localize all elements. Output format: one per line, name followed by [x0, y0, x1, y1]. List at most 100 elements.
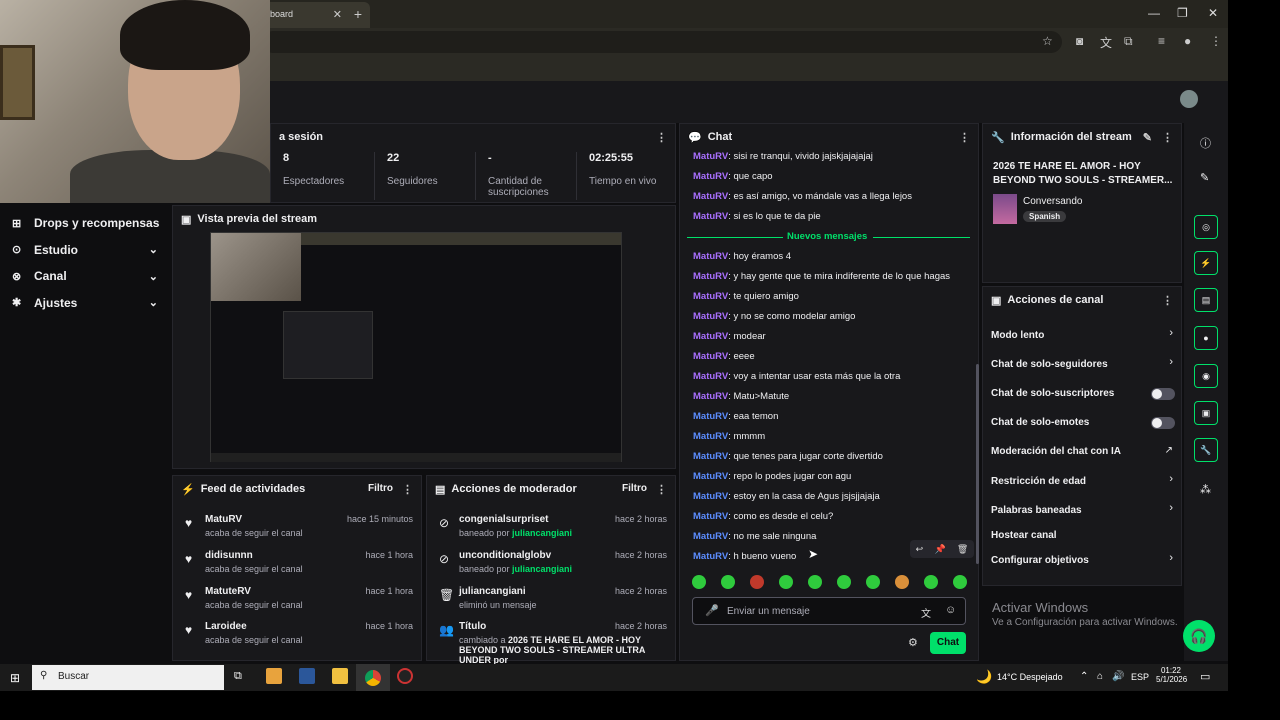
chat-username[interactable]: MatuRV — [693, 271, 728, 282]
clock[interactable]: 01:22 5/1/2026 — [1156, 666, 1187, 684]
extension-icon[interactable]: ◙ — [1076, 34, 1083, 48]
obs-icon[interactable] — [397, 668, 413, 684]
layout-icon[interactable]: ▣ — [1194, 401, 1218, 425]
chat-username[interactable]: MatuRV — [693, 411, 728, 422]
item-name[interactable]: unconditionalglobv — [459, 550, 551, 561]
address-bar[interactable] — [262, 31, 1062, 53]
minimize-icon[interactable]: — — [1148, 6, 1160, 20]
stream-category[interactable]: Conversando — [1023, 196, 1082, 207]
chat-username[interactable]: MatuRV — [693, 371, 728, 382]
help-headset-icon[interactable]: 🎧 — [1183, 620, 1215, 652]
pin-icon[interactable]: 📌 — [934, 544, 945, 555]
more-options-icon[interactable]: ⋮ — [1162, 131, 1173, 144]
taskbar-search[interactable]: ⚲ Buscar — [32, 665, 224, 690]
chat-username[interactable]: MatuRV — [693, 291, 728, 302]
chat-username[interactable]: MatuRV — [693, 511, 728, 522]
emote-icon[interactable] — [750, 575, 764, 589]
chat-username[interactable]: MatuRV — [693, 251, 728, 262]
profile-icon[interactable]: ● — [1184, 34, 1191, 48]
filter-button[interactable]: Filtro — [622, 483, 647, 494]
restore-icon[interactable]: ❐ — [1177, 6, 1188, 20]
chat-username[interactable]: MatuRV — [693, 331, 728, 342]
action-banned-words[interactable]: Palabras baneadas — [991, 505, 1082, 516]
chat-settings-icon[interactable]: ⚙ — [908, 636, 918, 649]
chat-username[interactable]: MatuRV — [693, 191, 728, 202]
wrench-icon[interactable]: 🔧 — [1194, 438, 1218, 462]
item-name[interactable]: MatuteRV — [205, 586, 251, 597]
chat-username[interactable]: MatuRV — [693, 551, 728, 562]
sidebar-item-drops[interactable]: ⊞ Drops y recompensas — [0, 210, 170, 237]
action-followers-only[interactable]: Chat de solo-seguidores — [991, 359, 1108, 370]
avatar[interactable] — [1180, 90, 1198, 108]
chat-username[interactable]: MatuRV — [693, 451, 728, 462]
delete-icon[interactable]: 🗑 — [957, 544, 968, 555]
item-name[interactable]: congenialsurpriset — [459, 514, 548, 525]
word-icon[interactable] — [299, 668, 315, 684]
browser-tab[interactable]: board ✕ + — [262, 2, 370, 28]
info-icon[interactable]: ⓘ — [1200, 135, 1211, 151]
chat-username[interactable]: MatuRV — [693, 531, 728, 542]
subs-only-toggle[interactable] — [1151, 388, 1175, 400]
folder-icon[interactable] — [332, 668, 348, 684]
action-ai-moderation[interactable]: Moderación del chat con IA — [991, 446, 1121, 457]
windows-start-icon[interactable]: ⊞ — [10, 671, 20, 685]
action-goals[interactable]: Configurar objetivos — [991, 555, 1089, 566]
moderator-name[interactable]: juliancangiani — [512, 564, 572, 574]
emote-icon[interactable] — [953, 575, 967, 589]
sidebar-item-estudio[interactable]: ⊙ Estudio ⌄ — [0, 237, 170, 264]
more-options-icon[interactable]: ⋮ — [1162, 294, 1173, 307]
puzzle-icon[interactable]: ⧉ — [1124, 34, 1133, 49]
stream-preview-video[interactable] — [210, 232, 622, 462]
send-chat-button[interactable]: Chat — [930, 632, 966, 654]
share-icon[interactable]: ⁂ — [1200, 483, 1211, 496]
item-name[interactable]: juliancangiani — [459, 586, 526, 597]
notes-icon[interactable]: ▤ — [1194, 288, 1218, 312]
translate-icon[interactable]: 文 — [921, 605, 931, 620]
more-options-icon[interactable]: ⋮ — [656, 131, 667, 144]
action-host-channel[interactable]: Hostear canal — [991, 530, 1057, 541]
volume-icon[interactable]: 🔊 — [1112, 671, 1124, 682]
chat-username[interactable]: MatuRV — [693, 431, 728, 442]
sidebar-item-canal[interactable]: ⊗ Canal ⌄ — [0, 263, 170, 290]
window-close-icon[interactable]: ✕ — [1208, 6, 1218, 20]
bookmark-star-icon[interactable]: ☆ — [1042, 34, 1053, 48]
close-tab-icon[interactable]: ✕ — [333, 8, 342, 21]
browser-menu-icon[interactable]: ⋮ — [1210, 34, 1222, 48]
clip-icon[interactable]: ◎ — [1194, 215, 1218, 239]
tray-chevron-icon[interactable]: ⌃ — [1080, 671, 1088, 682]
item-name[interactable]: Laroidee — [205, 621, 247, 632]
chat-bubble-icon[interactable]: ● — [1194, 326, 1218, 350]
item-name[interactable]: MatuRV — [205, 514, 242, 525]
store-icon[interactable] — [266, 668, 282, 684]
chat-username[interactable]: MatuRV — [693, 491, 728, 502]
emote-icon[interactable] — [866, 575, 880, 589]
translate-icon[interactable]: 文 — [1100, 34, 1112, 51]
stream-tag[interactable]: Spanish — [1023, 211, 1067, 222]
action-slow-mode[interactable]: Modo lento — [991, 330, 1044, 341]
emote-icon[interactable] — [895, 575, 909, 589]
emoji-icon[interactable]: ☺ — [945, 604, 956, 616]
edit-icon[interactable]: ✎ — [1200, 171, 1209, 184]
chat-username[interactable]: MatuRV — [693, 151, 728, 162]
chat-username[interactable]: MatuRV — [693, 211, 728, 222]
chat-input[interactable]: 🎤 Enviar un mensaje 文 ☺ — [692, 597, 966, 625]
emote-icon[interactable] — [692, 575, 706, 589]
edit-icon[interactable]: ✎ — [1143, 131, 1152, 144]
broadcast-icon[interactable]: ◉ — [1194, 364, 1218, 388]
network-icon[interactable]: ⌂ — [1097, 671, 1103, 682]
category-boxart[interactable] — [993, 194, 1017, 224]
ad-icon[interactable]: ⚡ — [1194, 251, 1218, 275]
item-name[interactable]: didisunnn — [205, 550, 253, 561]
emote-icon[interactable] — [924, 575, 938, 589]
microphone-icon[interactable]: 🎤 — [705, 604, 719, 617]
chat-username[interactable]: MatuRV — [693, 391, 728, 402]
action-age-restriction[interactable]: Restricción de edad — [991, 476, 1086, 487]
task-view-icon[interactable]: ⧉ — [234, 670, 242, 683]
more-options-icon[interactable]: ⋮ — [402, 483, 413, 496]
media-icon[interactable]: ≡ — [1158, 34, 1165, 48]
more-options-icon[interactable]: ⋮ — [656, 483, 667, 496]
chrome-taskbar-button[interactable] — [356, 664, 390, 691]
emotes-only-toggle[interactable] — [1151, 417, 1175, 429]
emote-icon[interactable] — [808, 575, 822, 589]
sidebar-item-ajustes[interactable]: ✱ Ajustes ⌄ — [0, 290, 170, 317]
